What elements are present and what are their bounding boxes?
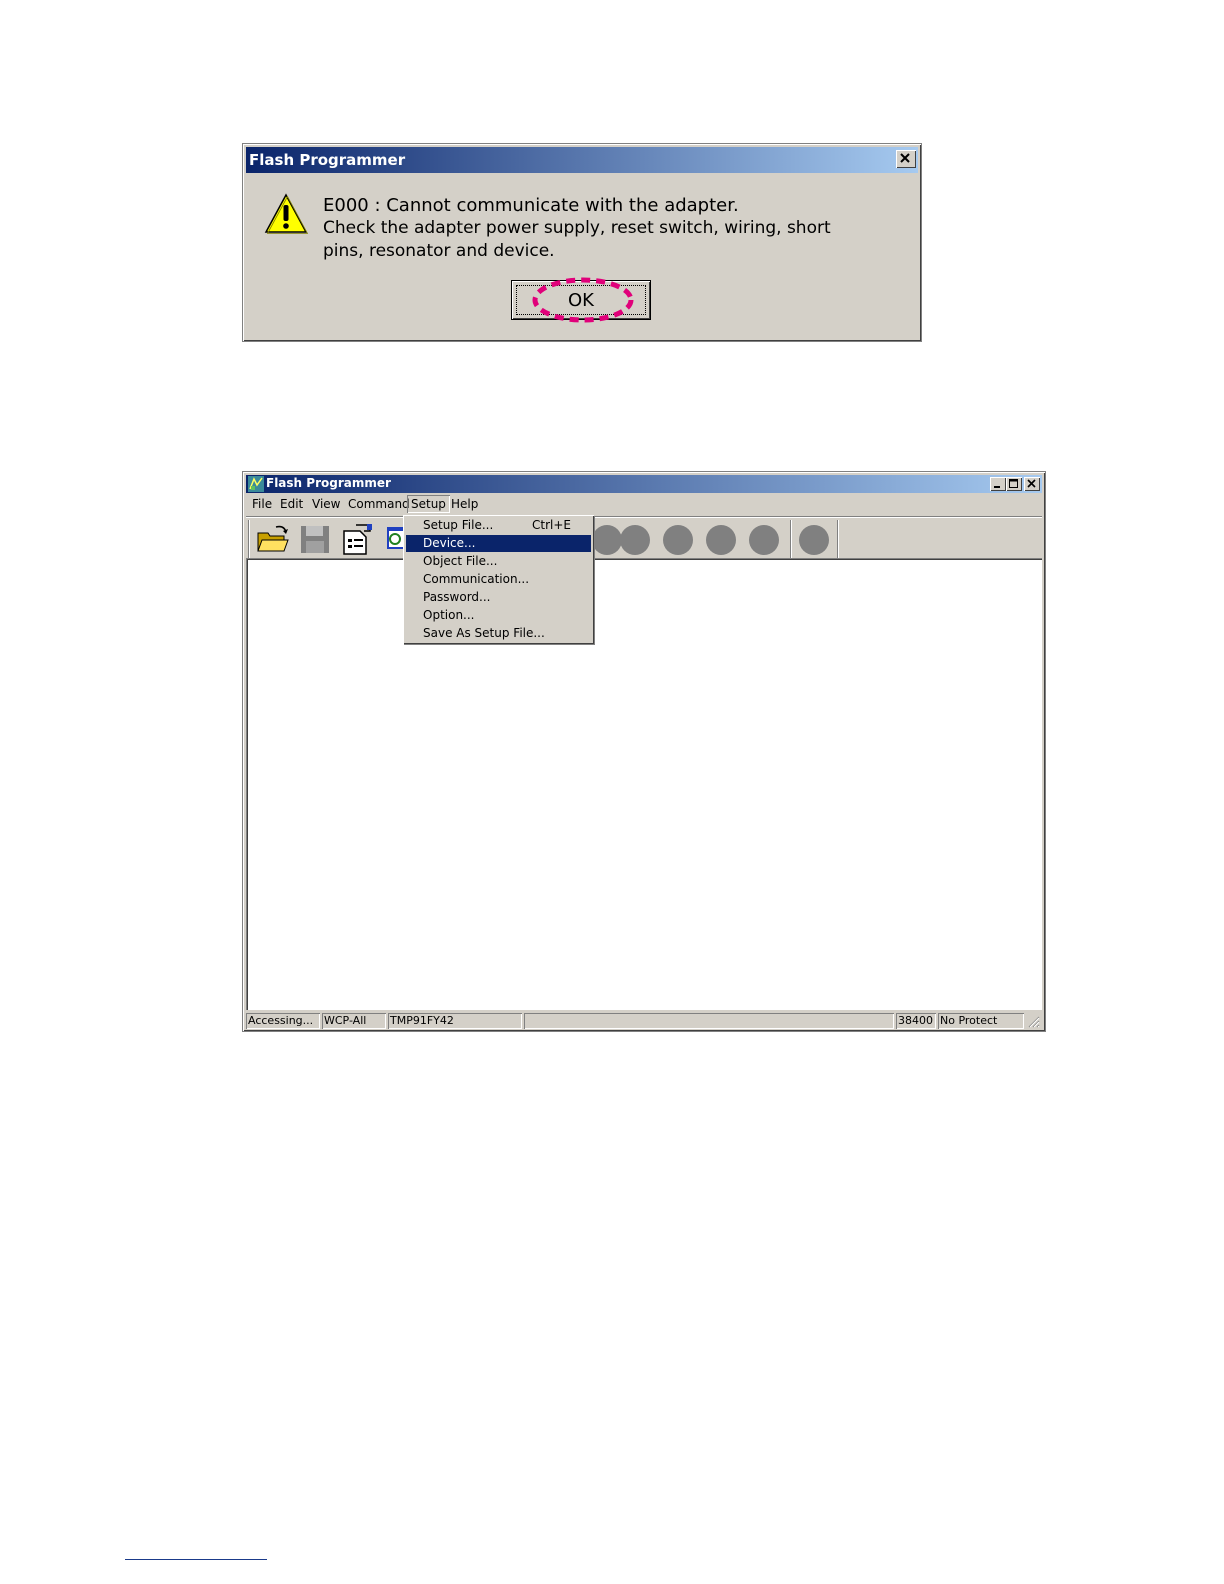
toolbar-button-2[interactable] — [620, 525, 650, 555]
error-message-line-1: E000 : Cannot communicate with the adapt… — [323, 195, 739, 216]
footnote-rule — [125, 1559, 267, 1560]
menu-option-label: Option... — [423, 608, 475, 622]
menu-bar: File Edit View Command Setup Help — [246, 495, 1042, 515]
toolbar — [246, 516, 1042, 559]
menu-device[interactable]: Device... — [406, 535, 591, 552]
menu-device-label: Device... — [423, 536, 476, 550]
menu-view[interactable]: View — [312, 497, 340, 511]
window-title-bar[interactable]: Flash Programmer — [246, 475, 1042, 493]
error-message-line-3: pins, resonator and device. — [323, 241, 555, 261]
device-monitor-icon[interactable] — [383, 523, 403, 555]
toolbar-separator — [790, 520, 792, 558]
close-icon — [1027, 479, 1036, 488]
maximize-icon — [1009, 479, 1018, 488]
warning-icon — [264, 193, 308, 234]
menu-file[interactable]: File — [252, 497, 272, 511]
dialog-title: Flash Programmer — [249, 151, 406, 169]
menu-option[interactable]: Option... — [406, 607, 591, 624]
menu-object-file-label: Object File... — [423, 554, 498, 568]
toolbar-button-6[interactable] — [799, 525, 829, 555]
menu-help[interactable]: Help — [451, 497, 478, 511]
menu-object-file[interactable]: Object File... — [406, 553, 591, 570]
status-empty — [524, 1013, 894, 1029]
menu-communication-label: Communication... — [423, 572, 530, 586]
resize-grip-icon[interactable] — [1026, 1014, 1040, 1028]
menu-setup[interactable]: Setup — [407, 495, 450, 513]
toolbar-button-3[interactable] — [663, 525, 693, 555]
menu-password[interactable]: Password... — [406, 589, 591, 606]
status-baud: 38400 — [896, 1013, 936, 1029]
status-state: Accessing... — [246, 1013, 320, 1029]
error-message: E000 : Cannot communicate with the adapt… — [323, 194, 831, 263]
toolbar-grip — [248, 520, 250, 558]
setup-file-icon[interactable] — [340, 523, 374, 555]
minimize-icon — [994, 486, 1000, 488]
window-title: Flash Programmer — [266, 476, 391, 490]
menu-setup-file-label: Setup File... — [423, 518, 494, 532]
main-window: Flash Programmer File Edit View Command … — [242, 471, 1046, 1032]
toolbar-button-1[interactable] — [592, 525, 622, 555]
save-disk-icon[interactable] — [298, 523, 332, 555]
status-bar: Accessing... WCP-All TMP91FY42 38400 No … — [246, 1012, 1042, 1030]
ok-button[interactable]: OK — [511, 280, 651, 320]
close-icon — [900, 153, 910, 163]
ok-button-label: OK — [568, 290, 594, 311]
open-folder-icon[interactable] — [256, 523, 290, 555]
menu-communication[interactable]: Communication... — [406, 571, 591, 588]
dialog-close-button[interactable] — [896, 150, 916, 168]
menu-setup-file[interactable]: Setup File... Ctrl+E — [406, 517, 591, 534]
error-dialog: Flash Programmer E000 : Cannot communica… — [242, 143, 922, 342]
minimize-button[interactable] — [990, 477, 1006, 491]
menu-save-as-setup-file-label: Save As Setup File... — [423, 626, 545, 640]
setup-menu-dropdown: Setup File... Ctrl+E Device... Object Fi… — [403, 515, 594, 644]
window-close-button[interactable] — [1024, 477, 1040, 491]
output-area[interactable] — [246, 558, 1042, 1010]
status-adapter: WCP-All — [322, 1013, 386, 1029]
status-protect: No Protect — [938, 1013, 1024, 1029]
error-message-line-2: Check the adapter power supply, reset sw… — [323, 218, 831, 238]
menu-setup-file-shortcut: Ctrl+E — [532, 518, 571, 532]
maximize-button[interactable] — [1006, 477, 1022, 491]
menu-password-label: Password... — [423, 590, 491, 604]
dialog-title-bar[interactable]: Flash Programmer — [246, 147, 918, 173]
toolbar-button-5[interactable] — [749, 525, 779, 555]
toolbar-separator-end — [837, 520, 839, 558]
toolbar-button-4[interactable] — [706, 525, 736, 555]
app-icon — [248, 476, 264, 492]
status-device: TMP91FY42 — [388, 1013, 522, 1029]
menu-save-as-setup-file[interactable]: Save As Setup File... — [406, 625, 591, 642]
menu-command[interactable]: Command — [348, 497, 410, 511]
menu-edit[interactable]: Edit — [280, 497, 303, 511]
